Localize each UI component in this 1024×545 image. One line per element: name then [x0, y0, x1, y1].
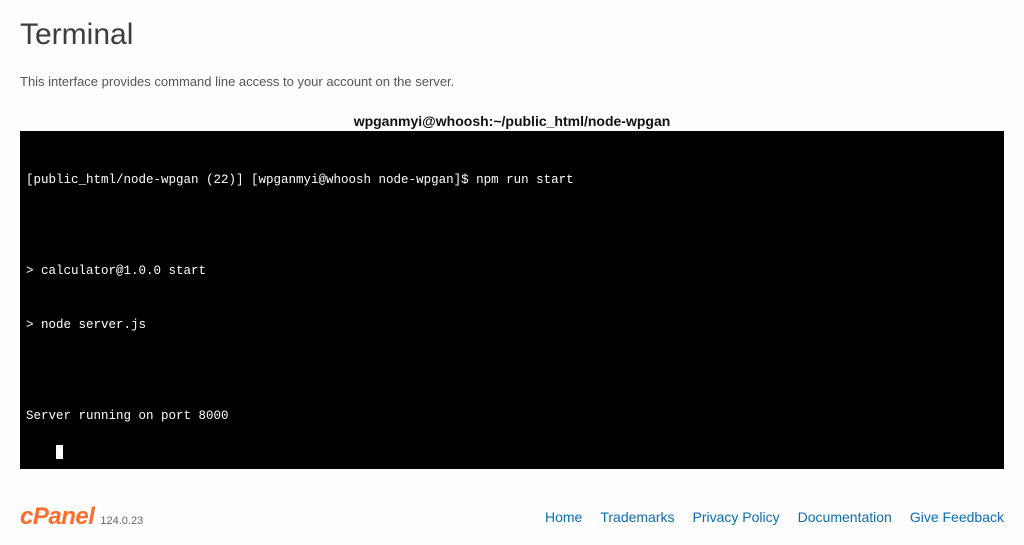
terminal-console[interactable]: [public_html/node-wpgan (22)] [wpganmyi@… [20, 131, 1004, 469]
footer-link-privacy-policy[interactable]: Privacy Policy [693, 509, 780, 525]
page-title: Terminal [20, 18, 1004, 52]
footer-brand-block: cPanel 124.0.23 [20, 503, 143, 531]
terminal-line: > node server.js [26, 316, 998, 334]
terminal-line: [public_html/node-wpgan (22)] [wpganmyi@… [26, 171, 998, 189]
terminal-line: > calculator@1.0.0 start [26, 262, 998, 280]
terminal-cursor [56, 445, 63, 459]
footer-version: 124.0.23 [100, 515, 143, 527]
footer-link-give-feedback[interactable]: Give Feedback [910, 509, 1004, 525]
page-description: This interface provides command line acc… [20, 74, 1004, 89]
footer-link-home[interactable]: Home [545, 509, 582, 525]
footer-link-trademarks[interactable]: Trademarks [600, 509, 674, 525]
footer: cPanel 124.0.23 Home Trademarks Privacy … [20, 503, 1004, 531]
cpanel-logo: cPanel [20, 503, 94, 531]
footer-link-documentation[interactable]: Documentation [798, 509, 892, 525]
terminal-line: Server running on port 8000 [26, 407, 998, 425]
footer-links: Home Trademarks Privacy Policy Documenta… [545, 509, 1004, 525]
terminal-session-title: wpganmyi@whoosh:~/public_html/node-wpgan [20, 113, 1004, 129]
